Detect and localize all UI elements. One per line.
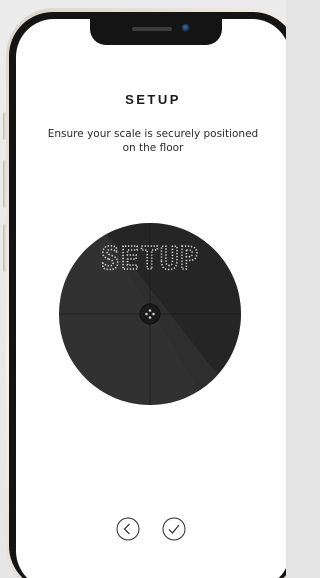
scale-illustration: SETUP xyxy=(58,222,242,406)
confirm-button[interactable] xyxy=(162,517,186,541)
scale-graphic: SETUP xyxy=(59,223,241,405)
app-screen: SETUP Ensure your scale is securely posi… xyxy=(16,19,286,578)
notch xyxy=(90,19,222,45)
phone-stage: SETUP Ensure your scale is securely posi… xyxy=(0,0,286,578)
setup-instruction: Ensure your scale is securely positioned… xyxy=(47,128,259,154)
page-title: SETUP xyxy=(125,92,181,107)
scale-display-text: SETUP xyxy=(101,241,199,277)
brand-logo-icon xyxy=(139,303,161,325)
front-camera-icon xyxy=(182,24,190,32)
speaker-grille xyxy=(132,27,172,31)
chevron-left-circle-icon xyxy=(116,517,140,541)
checkmark-circle-icon xyxy=(162,517,186,541)
back-button[interactable] xyxy=(116,517,140,541)
